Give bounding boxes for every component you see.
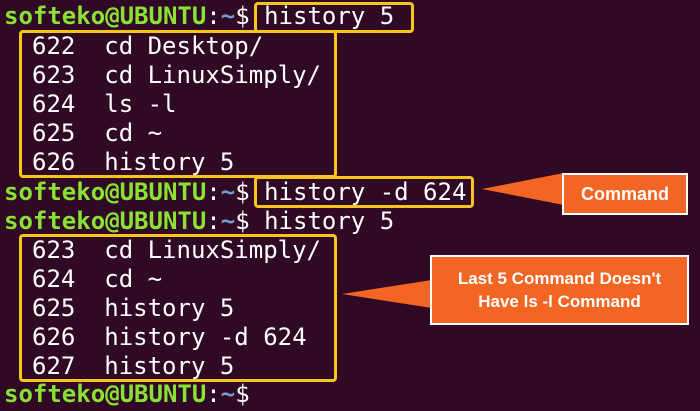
prompt-path: ~ (220, 380, 236, 408)
prompt-separator: : (206, 207, 221, 235)
prompt-dollar: $ (235, 207, 250, 235)
command-text: history 5 (249, 2, 395, 30)
command-callout-text: Command (580, 183, 669, 204)
prompt-separator: : (206, 380, 221, 408)
prompt-user-host: softeko@UBUNTU (4, 178, 207, 206)
history-entry-text: 626 history -d 624 (32, 323, 307, 351)
prompt-line[interactable]: softeko@UBUNTU:~$ (4, 380, 250, 409)
history-entry: 624 ls -l (4, 90, 177, 119)
prompt-user-host: softeko@UBUNTU (4, 2, 207, 30)
history-entry: 626 history -d 624 (4, 323, 307, 352)
history-entry-text: 624 cd ~ (32, 265, 163, 293)
history-entry: 624 cd ~ (4, 265, 162, 294)
prompt-dollar: $ (235, 380, 250, 408)
command-callout: Command (562, 173, 688, 215)
command-text: history -d 624 (249, 178, 467, 206)
prompt-user-host: softeko@UBUNTU (4, 380, 207, 408)
history-entry-text: 623 cd LinuxSimply/ (32, 236, 321, 264)
history-entry-text: 622 cd Desktop/ (32, 32, 264, 60)
history-entry-text: 623 cd LinuxSimply/ (32, 61, 321, 89)
history-entry: 625 history 5 (4, 294, 234, 323)
last5-callout-line1: Last 5 Command Doesn't (457, 269, 662, 288)
history-entry-text: 624 ls -l (32, 90, 177, 118)
prompt-path: ~ (220, 178, 236, 206)
history-entry: 627 history 5 (4, 352, 234, 381)
prompt-path: ~ (220, 2, 236, 30)
history-entry: 625 cd ~ (4, 119, 162, 148)
prompt-separator: : (206, 2, 221, 30)
last5-callout: Last 5 Command Doesn't Have ls -l Command (430, 255, 689, 325)
history-entry-text: 627 history 5 (32, 352, 235, 380)
prompt-dollar: $ (235, 178, 250, 206)
prompt-separator: : (206, 178, 221, 206)
prompt-line: softeko@UBUNTU:~$ history 5 (4, 207, 394, 236)
history-entry: 622 cd Desktop/ (4, 32, 263, 61)
command-text: history 5 (249, 207, 395, 235)
prompt-line: softeko@UBUNTU:~$ history -d 624 (4, 178, 466, 207)
history-entry: 623 cd LinuxSimply/ (4, 236, 321, 265)
command-callout-pointer (482, 173, 564, 205)
history-entry-text: 625 history 5 (32, 294, 235, 322)
prompt-dollar: $ (235, 2, 250, 30)
prompt-user-host: softeko@UBUNTU (4, 207, 207, 235)
history-entry: 626 history 5 (4, 148, 234, 177)
history-entry-text: 625 cd ~ (32, 119, 163, 147)
last5-callout-line2: Have ls -l Command (478, 292, 641, 311)
prompt-line: softeko@UBUNTU:~$ history 5 (4, 2, 394, 31)
last5-callout-pointer (342, 280, 432, 308)
history-entry-text: 626 history 5 (32, 148, 235, 176)
terminal-window[interactable]: softeko@UBUNTU:~$ history 5 622 cd Deskt… (0, 0, 700, 411)
prompt-path: ~ (220, 207, 236, 235)
history-entry: 623 cd LinuxSimply/ (4, 61, 321, 90)
